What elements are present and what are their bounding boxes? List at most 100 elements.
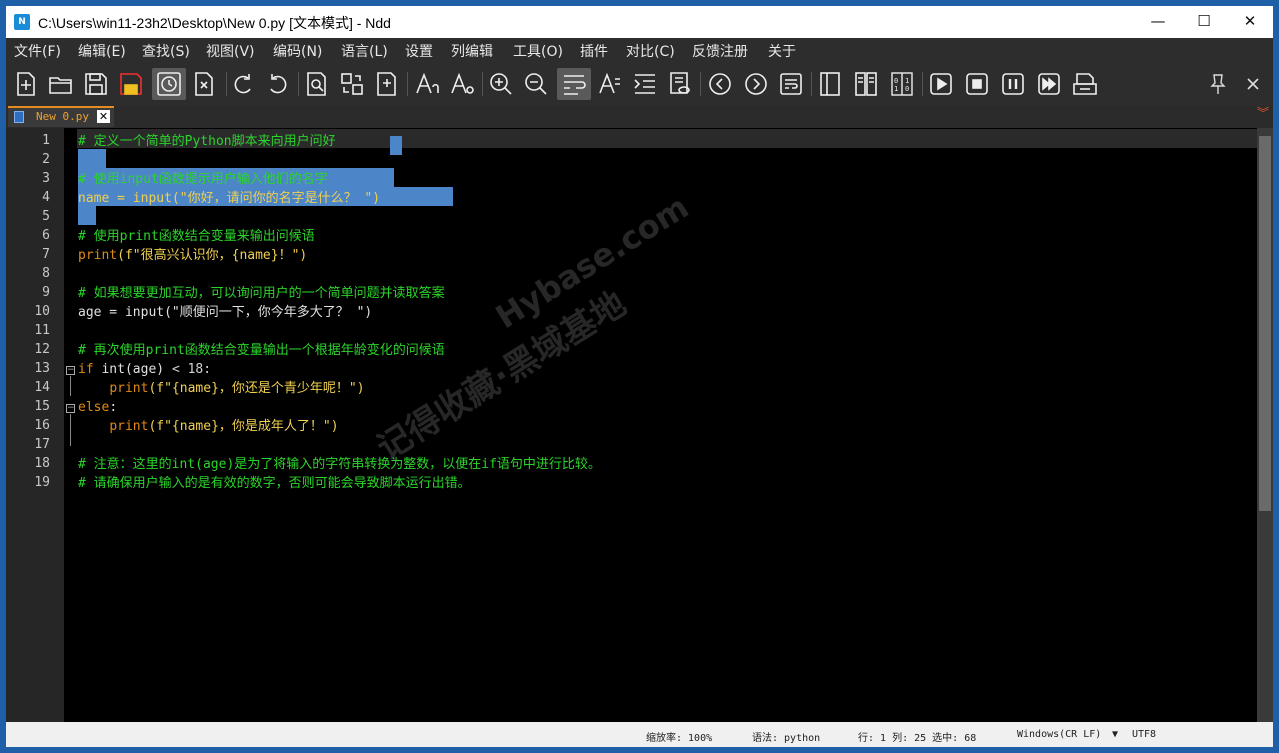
menu-search[interactable]: 查找(S) <box>142 41 190 61</box>
stop-icon[interactable] <box>960 68 994 100</box>
menu-language[interactable]: 语言(L) <box>341 41 388 61</box>
text-case-lower-icon[interactable] <box>445 68 479 100</box>
cursor-position-status: 行: 1 列: 25 选中: 68 <box>858 733 977 744</box>
close-button[interactable]: ✕ <box>1227 6 1273 38</box>
tab-new-0-py[interactable]: New 0.py ✕ <box>8 106 114 127</box>
pause-icon[interactable] <box>996 68 1030 100</box>
compare-files-icon[interactable] <box>849 68 883 100</box>
macro-icon[interactable] <box>1068 68 1102 100</box>
code-line: # 再次使用print函数结合变量输出一个根据年龄变化的问候语 <box>78 341 445 360</box>
menu-edit[interactable]: 编辑(E) <box>78 41 126 61</box>
prev-icon[interactable] <box>703 68 737 100</box>
history-icon[interactable] <box>152 68 186 100</box>
preview-icon[interactable] <box>663 68 697 100</box>
compare-left-icon[interactable] <box>813 68 847 100</box>
text-case-upper-icon[interactable] <box>410 68 444 100</box>
code-text: int(age) <box>93 362 172 377</box>
undo-icon[interactable] <box>226 68 260 100</box>
word-wrap-icon[interactable] <box>557 68 591 100</box>
line-number: 8 <box>42 266 50 281</box>
watermark-text: 记得收藏·黑域基地 <box>370 283 634 469</box>
fold-toggle[interactable]: − <box>66 366 75 375</box>
close-file-icon[interactable] <box>187 68 221 100</box>
scrollbar-thumb[interactable] <box>1259 136 1271 511</box>
chevron-down-icon[interactable]: ▼ <box>1112 729 1118 740</box>
indent-icon[interactable] <box>628 68 662 100</box>
code-line: age = input("顺便问一下，你今年多大了？ ") <box>78 303 372 322</box>
comment: # 再次使用print函数结合变量输出一个根据年龄变化的问候语 <box>78 343 445 358</box>
menu-view[interactable]: 视图(V) <box>206 41 255 61</box>
replace-icon[interactable] <box>335 68 369 100</box>
maximize-button[interactable]: ☐ <box>1181 6 1227 38</box>
menu-settings[interactable]: 设置 <box>405 41 433 61</box>
line-number: 1 <box>42 133 50 148</box>
minimize-button[interactable]: — <box>1135 6 1181 38</box>
redo-icon[interactable] <box>261 68 295 100</box>
next-icon[interactable] <box>739 68 773 100</box>
fast-forward-icon[interactable] <box>1032 68 1066 100</box>
wrap-lines-icon[interactable] <box>774 68 808 100</box>
menu-column-edit[interactable]: 列编辑 <box>451 41 493 61</box>
ndd-app-icon: N <box>14 14 30 30</box>
string-literal: (f"{name}，你还是个青少年呢！") <box>148 381 365 396</box>
zoom-in-icon[interactable] <box>484 68 518 100</box>
chevron-down-icon[interactable]: ︾ <box>1257 107 1269 119</box>
play-icon[interactable] <box>924 68 958 100</box>
menu-plugins[interactable]: 插件 <box>580 41 608 61</box>
line-number: 17 <box>34 437 50 452</box>
fold-toggle[interactable]: − <box>66 404 75 413</box>
code-line: # 使用print函数结合变量来输出问候语 <box>78 227 315 246</box>
code-line: # 请确保用户输入的是有效的数字，否则可能会导致脚本运行出错。 <box>78 474 471 493</box>
save-icon[interactable] <box>79 68 113 100</box>
line-number: 5 <box>42 209 50 224</box>
new-file-icon[interactable] <box>9 68 43 100</box>
line-number: 11 <box>34 323 50 338</box>
keyword: else <box>78 400 110 415</box>
svg-text:0: 0 <box>905 85 909 93</box>
line-number: 18 <box>34 456 50 471</box>
menu-file[interactable]: 文件(F) <box>14 41 61 61</box>
comment: # 使用input函数提示用户输入他们的名字 <box>78 172 328 187</box>
code-line: # 如果想要更加互动，可以询问用户的一个简单问题并读取答案 <box>78 284 445 303</box>
tab-close-icon[interactable]: ✕ <box>97 110 110 123</box>
selection <box>390 136 402 155</box>
goto-icon[interactable] <box>370 68 404 100</box>
code-line: else: <box>78 398 117 417</box>
code-editor[interactable]: 1 2 3 4 5 6 7 8 9 10 11 12 13 14 15 16 1… <box>6 128 1257 722</box>
comment: # 定义一个简单的Python脚本来向用户问好 <box>78 134 336 149</box>
syntax-status[interactable]: 语法: python <box>752 729 820 744</box>
title-bar: N C:\Users\win11-23h2\Desktop\New 0.py [… <box>6 6 1273 38</box>
show-symbols-icon[interactable] <box>593 68 627 100</box>
menu-encoding[interactable]: 编码(N) <box>273 41 322 61</box>
line-number: 14 <box>34 380 50 395</box>
vertical-scrollbar[interactable] <box>1257 128 1273 722</box>
menu-bar: 文件(F) 编辑(E) 查找(S) 视图(V) 编码(N) 语言(L) 设置 列… <box>6 38 1273 62</box>
find-icon[interactable] <box>300 68 334 100</box>
binary-icon[interactable]: 0110 <box>885 68 919 100</box>
svg-text:1: 1 <box>905 77 909 85</box>
svg-text:1: 1 <box>894 85 898 93</box>
toolbar-close-icon[interactable] <box>1236 68 1270 100</box>
builtin-keyword: print <box>109 419 149 434</box>
open-folder-icon[interactable] <box>44 68 78 100</box>
zoom-out-icon[interactable] <box>519 68 553 100</box>
tab-label: New 0.py <box>36 110 89 123</box>
menu-feedback[interactable]: 反馈注册 <box>692 41 748 61</box>
code-line: # 注意：这里的int(age)是为了将输入的字符串转换为整数，以便在if语句中… <box>78 455 601 474</box>
watermark-text: Hybase.com <box>488 187 696 337</box>
string-literal: (f"很高兴认识你，{name}！") <box>117 248 308 263</box>
menu-tools[interactable]: 工具(O) <box>513 41 563 61</box>
line-number: 2 <box>42 152 50 167</box>
save-all-icon[interactable] <box>114 68 148 100</box>
menu-compare[interactable]: 对比(C) <box>626 41 675 61</box>
svg-text:0: 0 <box>894 77 898 85</box>
comment: # 使用print函数结合变量来输出问候语 <box>78 229 315 244</box>
encoding-status[interactable]: UTF8 <box>1132 729 1156 740</box>
pin-icon[interactable] <box>1201 68 1235 100</box>
comment: # 如果想要更加互动，可以询问用户的一个简单问题并读取答案 <box>78 286 445 301</box>
line-number: 19 <box>34 475 50 490</box>
keyword: if <box>78 362 94 377</box>
editor-window: N C:\Users\win11-23h2\Desktop\New 0.py [… <box>6 6 1273 747</box>
menu-about[interactable]: 关于 <box>768 41 796 61</box>
line-ending-status[interactable]: Windows(CR LF) <box>1017 729 1101 740</box>
